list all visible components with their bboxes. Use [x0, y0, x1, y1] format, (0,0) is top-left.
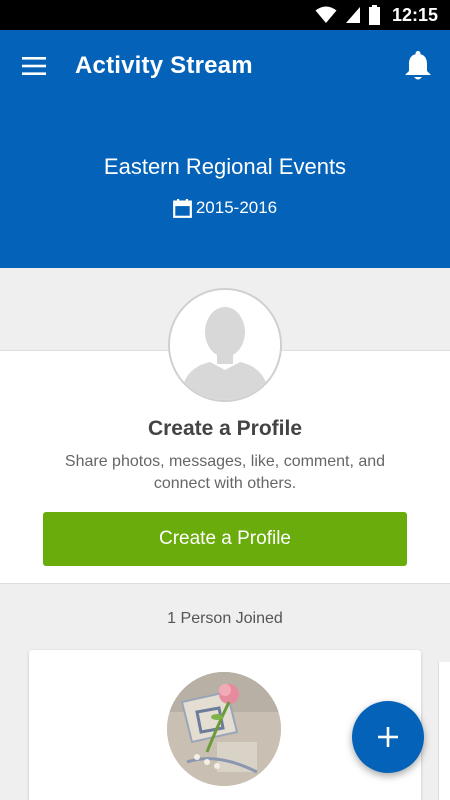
- create-profile-button[interactable]: Create a Profile: [43, 512, 407, 566]
- member-card-next[interactable]: [438, 662, 450, 800]
- plus-icon: [378, 727, 398, 747]
- member-photo[interactable]: [167, 672, 281, 786]
- hamburger-menu-icon: [22, 57, 46, 75]
- signal-icon: [345, 7, 360, 23]
- create-profile-description: Share photos, messages, like, comment, a…: [64, 453, 386, 492]
- event-dates-text: 2015-2016: [195, 198, 278, 217]
- app-bar: Activity Stream: [0, 30, 450, 102]
- default-person-icon: [170, 290, 280, 400]
- notifications-button[interactable]: [400, 48, 436, 84]
- status-bar: 12:15: [0, 0, 450, 30]
- event-header: Eastern Regional Events 2015-2016: [0, 102, 450, 268]
- member-photo-image: [167, 672, 281, 786]
- wifi-icon: [315, 6, 337, 23]
- event-name: Eastern Regional Events: [103, 154, 347, 179]
- status-time: 12:15: [391, 4, 438, 25]
- members-joined-count: 1 Person Joined: [167, 610, 283, 627]
- menu-button[interactable]: [0, 30, 70, 102]
- calendar-icon: [172, 198, 192, 218]
- profile-avatar-placeholder[interactable]: [168, 288, 282, 402]
- add-post-button[interactable]: [352, 701, 424, 773]
- create-profile-title: Create a Profile: [147, 417, 303, 440]
- battery-icon: [368, 5, 380, 25]
- app-title: Activity Stream: [75, 52, 253, 79]
- notification-bell-icon: [405, 51, 431, 80]
- event-dates: 2015-2016: [0, 198, 450, 218]
